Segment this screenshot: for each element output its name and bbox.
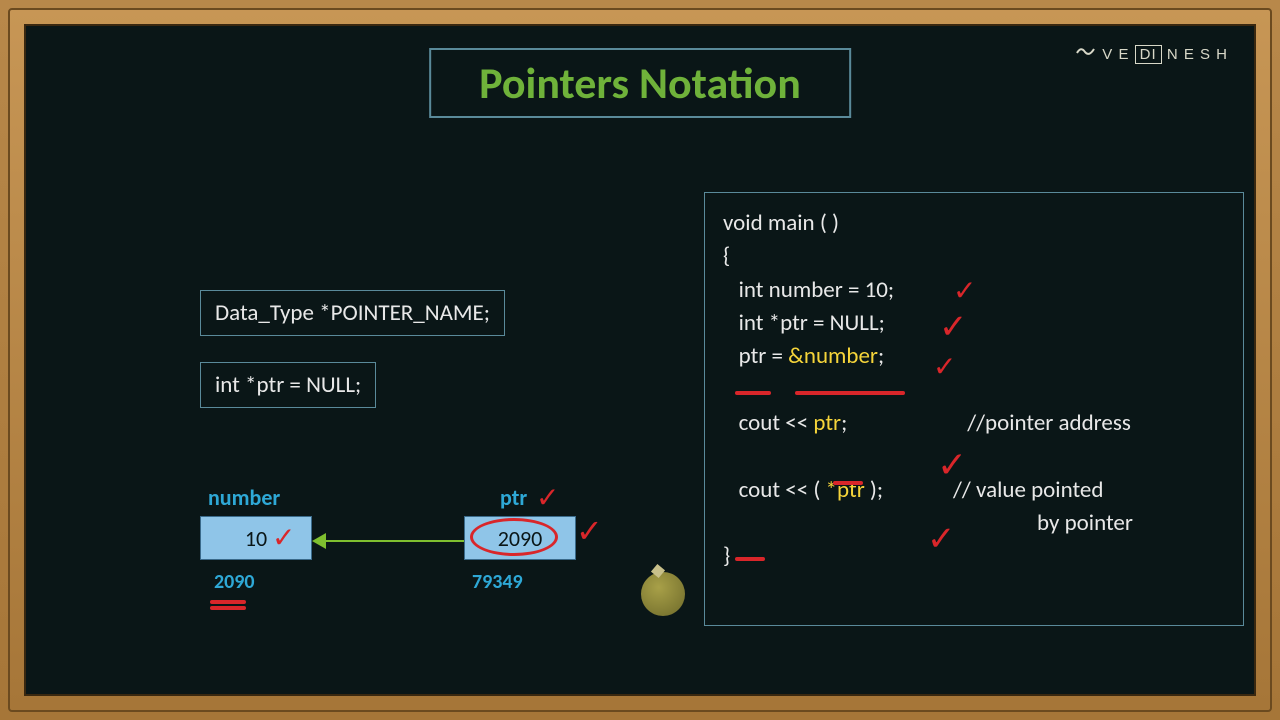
code-line: by pointer (723, 507, 1225, 540)
ptr-label: ptr (500, 484, 527, 511)
number-label: number (208, 484, 280, 511)
code-example-box: void main ( ) { int number = 10; int *pt… (704, 192, 1244, 626)
circle-annotation (470, 518, 558, 556)
watermark-boxed: DI (1135, 45, 1162, 64)
scribble-icon (1076, 44, 1098, 61)
underline-annotation (735, 557, 765, 561)
chalkboard: Pointers Notation V E DI N E S H Data_Ty… (24, 24, 1256, 696)
underline-annotation (210, 606, 246, 610)
check-annotation-icon: ✓ (272, 520, 295, 555)
highlighted-token: &number (788, 342, 878, 370)
watermark-logo: V E DI N E S H (1076, 46, 1228, 63)
syntax-declaration-box: Data_Type *POINTER_NAME; (200, 290, 505, 336)
wood-frame: Pointers Notation V E DI N E S H Data_Ty… (8, 8, 1272, 712)
highlighted-token: *ptr (826, 476, 865, 504)
check-annotation-icon: ✓ (536, 480, 559, 515)
code-line: { (723, 240, 1225, 273)
code-line: void main ( ) (723, 207, 1225, 240)
watermark-post: N E S H (1167, 46, 1228, 63)
underline-annotation (210, 600, 246, 604)
presenter-cursor-icon (641, 572, 685, 616)
check-annotation-icon: ✓ (937, 439, 967, 491)
code-line: cout << ( *ptr );// value pointed (723, 474, 1225, 507)
code-line: cout << ptr;//pointer address (723, 407, 1225, 440)
ptr-address: 79349 (472, 570, 523, 594)
code-line (723, 440, 1225, 473)
syntax-example-box: int *ptr = NULL; (200, 362, 376, 408)
highlighted-token: ptr (813, 409, 841, 437)
code-line: int *ptr = NULL; (723, 307, 1225, 340)
number-address: 2090 (214, 570, 255, 594)
pointer-arrow (316, 537, 464, 545)
underline-annotation (795, 391, 905, 395)
watermark-pre: V E (1102, 46, 1129, 63)
check-annotation-icon: ✓ (933, 347, 956, 388)
code-line: ptr = &number; (723, 340, 1225, 373)
underline-annotation (735, 391, 771, 395)
check-annotation-icon: ✓ (927, 515, 956, 564)
slide-title: Pointers Notation (429, 48, 851, 118)
check-annotation-icon: ✓ (939, 303, 968, 352)
code-line: } (723, 540, 1225, 573)
underline-annotation (833, 481, 863, 485)
check-annotation-icon: ✓ (576, 512, 603, 551)
number-value: 10 (245, 525, 267, 552)
